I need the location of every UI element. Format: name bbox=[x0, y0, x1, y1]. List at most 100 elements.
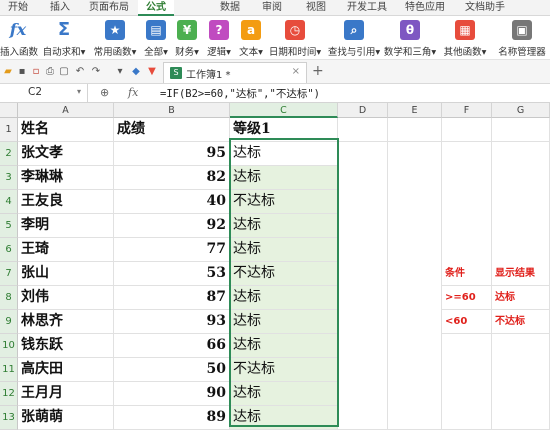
row-header[interactable]: 5 bbox=[0, 214, 18, 238]
more-functions-button[interactable]: ▦ 其他函数▾ bbox=[440, 16, 490, 60]
header-cell-grade[interactable]: 等级1 bbox=[230, 118, 338, 142]
name-cell[interactable]: 李琳琳 bbox=[18, 166, 114, 190]
open-folder-icon[interactable]: ▰ bbox=[2, 66, 14, 78]
score-cell[interactable]: 90 bbox=[114, 382, 230, 406]
grade-cell[interactable]: 达标 bbox=[230, 238, 338, 262]
row-header[interactable]: 6 bbox=[0, 238, 18, 262]
tab-page-layout[interactable]: 页面布局 bbox=[84, 0, 134, 16]
save-icon[interactable]: ▪ bbox=[16, 66, 28, 78]
tab-insert[interactable]: 插入 bbox=[42, 0, 78, 16]
score-cell[interactable]: 82 bbox=[114, 166, 230, 190]
name-cell[interactable]: 刘伟 bbox=[18, 286, 114, 310]
name-cell[interactable]: 王琦 bbox=[18, 238, 114, 262]
column-header[interactable]: A bbox=[18, 103, 114, 118]
financial-button[interactable]: ¥ 财务▾ bbox=[172, 16, 202, 60]
score-cell[interactable]: 92 bbox=[114, 214, 230, 238]
select-all-corner[interactable] bbox=[0, 103, 18, 118]
math-trig-button[interactable]: θ 数学和三角▾ bbox=[382, 16, 438, 60]
grade-cell[interactable]: 不达标 bbox=[230, 190, 338, 214]
insert-function-button[interactable]: fx 插入函数 bbox=[0, 16, 38, 60]
grade-cell[interactable]: 不达标 bbox=[230, 262, 338, 286]
row-header[interactable]: 7 bbox=[0, 262, 18, 286]
grade-cell[interactable]: 不达标 bbox=[230, 358, 338, 382]
document-tab[interactable]: S 工作簿1 * × bbox=[163, 62, 307, 83]
score-cell[interactable]: 93 bbox=[114, 310, 230, 334]
name-box[interactable]: C2 ▾ bbox=[0, 84, 88, 102]
grade-cell[interactable]: 达标 bbox=[230, 214, 338, 238]
all-functions-button[interactable]: ▤ 全部▾ bbox=[142, 16, 170, 60]
header-cell-name[interactable]: 姓名 bbox=[18, 118, 114, 142]
grade-cell[interactable]: 达标 bbox=[230, 166, 338, 190]
zoom-icon[interactable]: ⊕ bbox=[100, 86, 109, 99]
grade-cell[interactable]: 达标 bbox=[230, 334, 338, 358]
empty-cell[interactable] bbox=[492, 118, 550, 142]
column-header[interactable]: B bbox=[114, 103, 230, 118]
name-cell[interactable]: 李明 bbox=[18, 214, 114, 238]
row-header[interactable]: 2 bbox=[0, 142, 18, 166]
row-header[interactable]: 12 bbox=[0, 382, 18, 406]
header-cell-score[interactable]: 成绩 bbox=[114, 118, 230, 142]
empty-column-e[interactable] bbox=[388, 142, 442, 430]
score-cell[interactable]: 95 bbox=[114, 142, 230, 166]
condition-cell[interactable]: <60 bbox=[442, 310, 492, 334]
row-header[interactable]: 1 bbox=[0, 118, 18, 142]
score-cell[interactable]: 66 bbox=[114, 334, 230, 358]
tab-review[interactable]: 审阅 bbox=[254, 0, 290, 16]
column-header[interactable]: D bbox=[338, 103, 388, 118]
score-cell[interactable]: 87 bbox=[114, 286, 230, 310]
grade-cell[interactable]: 达标 bbox=[230, 286, 338, 310]
condition-cell[interactable]: >=60 bbox=[442, 286, 492, 310]
name-cell[interactable]: 张山 bbox=[18, 262, 114, 286]
grade-cell[interactable]: 达标 bbox=[230, 310, 338, 334]
name-cell[interactable]: 王友良 bbox=[18, 190, 114, 214]
row-header[interactable]: 11 bbox=[0, 358, 18, 382]
text-button[interactable]: a 文本▾ bbox=[236, 16, 266, 60]
column-header[interactable]: C bbox=[230, 103, 338, 118]
print-icon[interactable]: ⎙ bbox=[44, 66, 56, 78]
undo-icon[interactable]: ↶ bbox=[74, 66, 86, 78]
new-tab-button[interactable]: + bbox=[312, 63, 324, 79]
column-header[interactable]: G bbox=[492, 103, 550, 118]
autosum-button[interactable]: Σ 自动求和▾ bbox=[40, 16, 88, 60]
print-preview-icon[interactable]: ▢ bbox=[58, 66, 70, 78]
grade-cell[interactable]: 达标 bbox=[230, 142, 338, 166]
score-cell[interactable]: 50 bbox=[114, 358, 230, 382]
name-manager-button[interactable]: ▣ 名称管理器 bbox=[496, 16, 548, 60]
score-cell[interactable]: 77 bbox=[114, 238, 230, 262]
empty-cells-g[interactable] bbox=[492, 334, 550, 430]
row-header[interactable]: 9 bbox=[0, 310, 18, 334]
column-header[interactable]: E bbox=[388, 103, 442, 118]
logical-button[interactable]: ? 逻辑▾ bbox=[204, 16, 234, 60]
result-cell[interactable]: 达标 bbox=[492, 286, 550, 310]
lookup-reference-button[interactable]: ⌕ 查找与引用▾ bbox=[326, 16, 382, 60]
empty-cell[interactable] bbox=[388, 118, 442, 142]
date-time-button[interactable]: ◷ 日期和时间▾ bbox=[266, 16, 324, 60]
row-header[interactable]: 3 bbox=[0, 166, 18, 190]
score-cell[interactable]: 89 bbox=[114, 406, 230, 430]
name-cell[interactable]: 高庆田 bbox=[18, 358, 114, 382]
chevron-down-icon[interactable]: ▾ bbox=[114, 66, 126, 78]
tab-view[interactable]: 视图 bbox=[298, 0, 334, 16]
score-cell[interactable]: 40 bbox=[114, 190, 230, 214]
column-header[interactable]: F bbox=[442, 103, 492, 118]
tab-home[interactable]: 开始 bbox=[0, 0, 36, 16]
name-cell[interactable]: 张萌萌 bbox=[18, 406, 114, 430]
tab-data[interactable]: 数据 bbox=[212, 0, 248, 16]
name-cell[interactable]: 张文孝 bbox=[18, 142, 114, 166]
tab-special-apps[interactable]: 特色应用 bbox=[398, 0, 452, 16]
grade-cell[interactable]: 达标 bbox=[230, 382, 338, 406]
row-header[interactable]: 10 bbox=[0, 334, 18, 358]
tab-doc-assistant[interactable]: 文档助手 bbox=[458, 0, 512, 16]
redo-icon[interactable]: ↷ bbox=[90, 66, 102, 78]
chevron-down-icon[interactable]: ▾ bbox=[77, 87, 81, 96]
cube-icon[interactable]: ◆ bbox=[130, 66, 142, 78]
name-cell[interactable]: 王月月 bbox=[18, 382, 114, 406]
common-functions-button[interactable]: ★ 常用函数▾ bbox=[90, 16, 140, 60]
score-cell[interactable]: 53 bbox=[114, 262, 230, 286]
fx-icon[interactable]: fx bbox=[128, 86, 138, 99]
empty-cell[interactable] bbox=[442, 118, 492, 142]
row-header[interactable]: 13 bbox=[0, 406, 18, 430]
tab-developer[interactable]: 开发工具 bbox=[340, 0, 394, 16]
empty-cells-f[interactable] bbox=[442, 334, 492, 430]
close-tab-icon[interactable]: × bbox=[292, 66, 300, 77]
